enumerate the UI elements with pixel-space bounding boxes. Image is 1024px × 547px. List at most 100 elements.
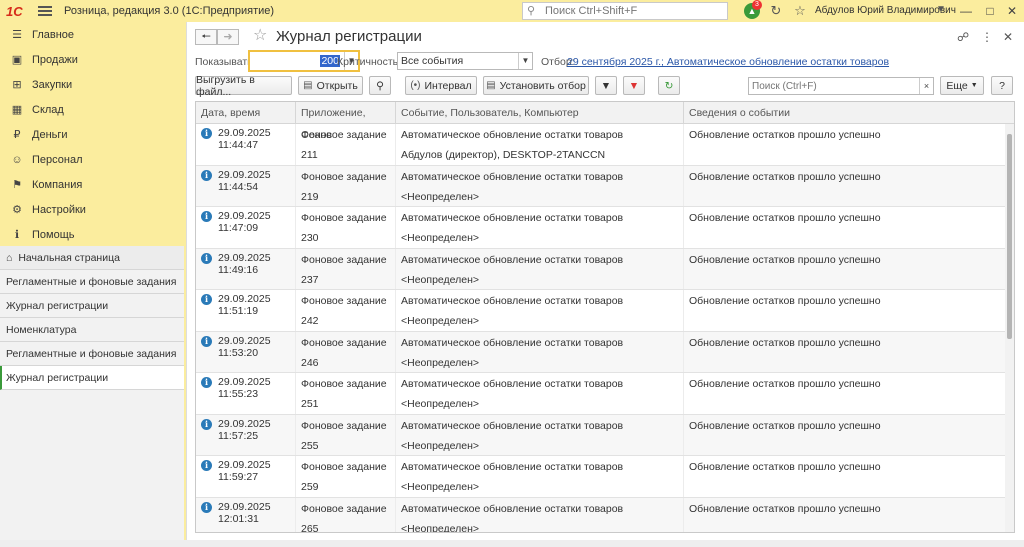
table-row[interactable]: i 29.09.2025 11:53:20 Фоновое задание 246 Авт… [196, 331, 1014, 373]
favorites-star-icon[interactable]: ☆ [792, 3, 808, 19]
open-windows-panel: ⌂ Начальная страница Регламентные и фоновы… [0, 246, 184, 547]
column-header-app[interactable]: Приложение, Сеанс [296, 102, 396, 141]
main-menu-icon[interactable] [38, 4, 52, 18]
sidebar-item[interactable]: ⊞ Закупки [0, 72, 184, 97]
sidebar-item[interactable]: ₽ Деньги [0, 122, 184, 147]
cell-app: Фоновое задание 255 [296, 414, 396, 455]
event-text: Автоматическое обновление остатки товаро… [401, 295, 624, 307]
info-text: Обновление остатков прошло успешно [689, 461, 881, 473]
back-button[interactable]: 🠔 [195, 29, 217, 45]
time-text: 12:01:31 [218, 512, 259, 525]
filter-settings-button[interactable]: ▼ [595, 76, 617, 95]
info-icon: i [201, 211, 212, 222]
info-icon: i [201, 169, 212, 181]
column-header-event[interactable]: Событие, Пользователь, Компьютер [396, 102, 684, 123]
open-window-item[interactable]: Регламентные и фоновые задания [0, 270, 184, 294]
minimize-icon[interactable]: — [958, 3, 974, 19]
open-button[interactable]: ▤ Открыть [298, 76, 363, 95]
1c-logo[interactable]: 1С [6, 3, 28, 19]
info-text: Обновление остатков прошло успешно [689, 295, 881, 307]
set-filter-button[interactable]: ▤ Установить отбор [483, 76, 589, 95]
table-row[interactable]: i 29.09.2025 11:55:23 Фоновое задание 251 Авт… [196, 373, 1014, 415]
forward-button[interactable]: ➜ [217, 29, 239, 45]
event-log-table[interactable]: Дата, время Приложение, Сеанс Событие, П… [195, 101, 1015, 533]
refresh-button[interactable]: ↻ [658, 76, 680, 95]
sidebar-item[interactable]: ▣ Продажи [0, 47, 184, 72]
search-icon: ⚲ [527, 5, 536, 17]
list-search[interactable]: × [748, 77, 934, 95]
session-text: 219 [301, 190, 319, 203]
interval-label: Интервал [424, 79, 472, 92]
clear-search-icon[interactable]: × [919, 78, 933, 94]
criticality-select[interactable]: Все события ▼ [397, 52, 533, 70]
column-header-info[interactable]: Сведения о событии [684, 102, 1006, 123]
table-row[interactable]: i 29.09.2025 11:49:16 Фоновое задание 237 Авт… [196, 248, 1014, 290]
datetime: 29.09.2025 11:55:23 [218, 376, 271, 400]
info-text: Обновление остатков прошло успешно [689, 129, 881, 141]
user-name[interactable]: Абдулов Юрий Владимирович [815, 5, 956, 16]
cell-app: Фоновое задание 230 [296, 207, 396, 248]
more-button[interactable]: Еще ▼ [940, 76, 984, 95]
open-window-item[interactable]: Номенклатура [0, 318, 184, 342]
favorite-star-icon[interactable]: ☆ [253, 25, 267, 45]
table-row[interactable]: i 29.09.2025 11:44:54 Фоновое задание 219 Авт… [196, 165, 1014, 207]
clear-filter-button[interactable]: ▼ [623, 76, 645, 95]
chevron-down-icon[interactable]: ▼ [518, 53, 532, 69]
export-button[interactable]: Выгрузить в файл... [195, 74, 292, 98]
vertical-scrollbar[interactable] [1005, 124, 1014, 532]
session-text: 255 [301, 439, 319, 452]
close-form-icon[interactable]: ✕ [1003, 30, 1013, 44]
sidebar-item[interactable]: ⚑ Компания [0, 172, 184, 197]
sidebar-item[interactable]: ℹ Помощь [0, 222, 184, 247]
history-icon[interactable]: ↻ [768, 3, 784, 19]
time-text: 11:53:20 [218, 346, 259, 359]
open-window-item[interactable]: Регламентные и фоновые задания [0, 342, 184, 366]
cell-app: Фоновое задание 259 [296, 456, 396, 497]
cell-info: Обновление остатков прошло успешно [684, 332, 1006, 373]
open-window-item[interactable]: Журнал регистрации [0, 366, 184, 390]
event-text: Автоматическое обновление остатки товаро… [401, 419, 624, 432]
table-row[interactable]: i 29.09.2025 11:47:09 Фоновое задание 230 Авт… [196, 207, 1014, 249]
help-button[interactable]: ? [991, 76, 1013, 95]
open-window-item[interactable]: ⌂ Начальная страница [0, 246, 184, 270]
link-icon[interactable]: ☍ [957, 30, 969, 44]
session-text: 230 [301, 232, 319, 244]
scrollbar-thumb[interactable] [1007, 134, 1012, 339]
sidebar-item[interactable]: ⚙ Настройки [0, 197, 184, 222]
table-row[interactable]: i 29.09.2025 11:51:19 Фоновое задание 242 Авт… [196, 290, 1014, 332]
info-icon: i [201, 501, 212, 513]
open-window-item[interactable]: Журнал регистрации [0, 294, 184, 318]
date-text: 29.09.2025 [218, 334, 271, 347]
list-search-input[interactable] [749, 78, 919, 94]
date-text: 29.09.2025 [218, 293, 271, 305]
table-row[interactable]: i 29.09.2025 11:59:27 Фоновое задание 259 Авт… [196, 456, 1014, 498]
close-icon[interactable]: ✕ [1004, 3, 1020, 19]
sidebar-item[interactable]: ☰ Главное [0, 22, 184, 47]
table-row[interactable]: i 29.09.2025 11:44:47 Фоновое задание 211 Авт… [196, 124, 1014, 166]
user-menu-icon[interactable]: ▼ [936, 4, 946, 15]
global-search-input[interactable] [545, 5, 725, 17]
event-text: Автоматическое обновление остатки товаро… [401, 212, 624, 224]
datetime: 29.09.2025 11:51:19 [218, 293, 271, 317]
table-body: i 29.09.2025 11:44:47 Фоновое задание 211 Авт… [196, 124, 1014, 532]
sidebar-item[interactable]: ☺ Персонал [0, 147, 184, 172]
cell-event: Автоматическое обновление остатки товаро… [396, 331, 684, 372]
global-search[interactable]: ⚲ [522, 2, 728, 20]
find-button[interactable]: ⚲ [369, 76, 391, 95]
column-header-datetime[interactable]: Дата, время [196, 102, 296, 123]
table-row[interactable]: i 29.09.2025 12:01:31 Фоновое задание 265 Авт… [196, 497, 1014, 532]
table-row[interactable]: i 29.09.2025 11:57:25 Фоновое задание 255 Авт… [196, 414, 1014, 456]
open-window-label: Номенклатура [6, 323, 77, 336]
time-text: 11:51:19 [218, 305, 259, 317]
open-window-label: Начальная страница [18, 251, 120, 264]
interval-button[interactable]: (•) Интервал [405, 76, 477, 95]
filter-link[interactable]: 29 сентября 2025 г.; Автоматическое обно… [567, 56, 889, 68]
section-panel: ☰ Главное ▣ Продажи ⊞ Закупки ▦ Склад ₽ Деньги ☺ Пе… [0, 22, 184, 547]
maximize-icon[interactable]: □ [982, 3, 998, 19]
time-text: 11:44:47 [218, 139, 259, 151]
open-window-label: Регламентные и фоновые задания [6, 347, 177, 360]
cell-datetime: i 29.09.2025 11:55:23 [196, 373, 296, 414]
more-vert-icon[interactable]: ⋮ [981, 30, 993, 44]
sidebar-item[interactable]: ▦ Склад [0, 97, 184, 122]
toolbar: Выгрузить в файл... ▤ Открыть ⚲ (•) Интерв… [195, 74, 1015, 98]
